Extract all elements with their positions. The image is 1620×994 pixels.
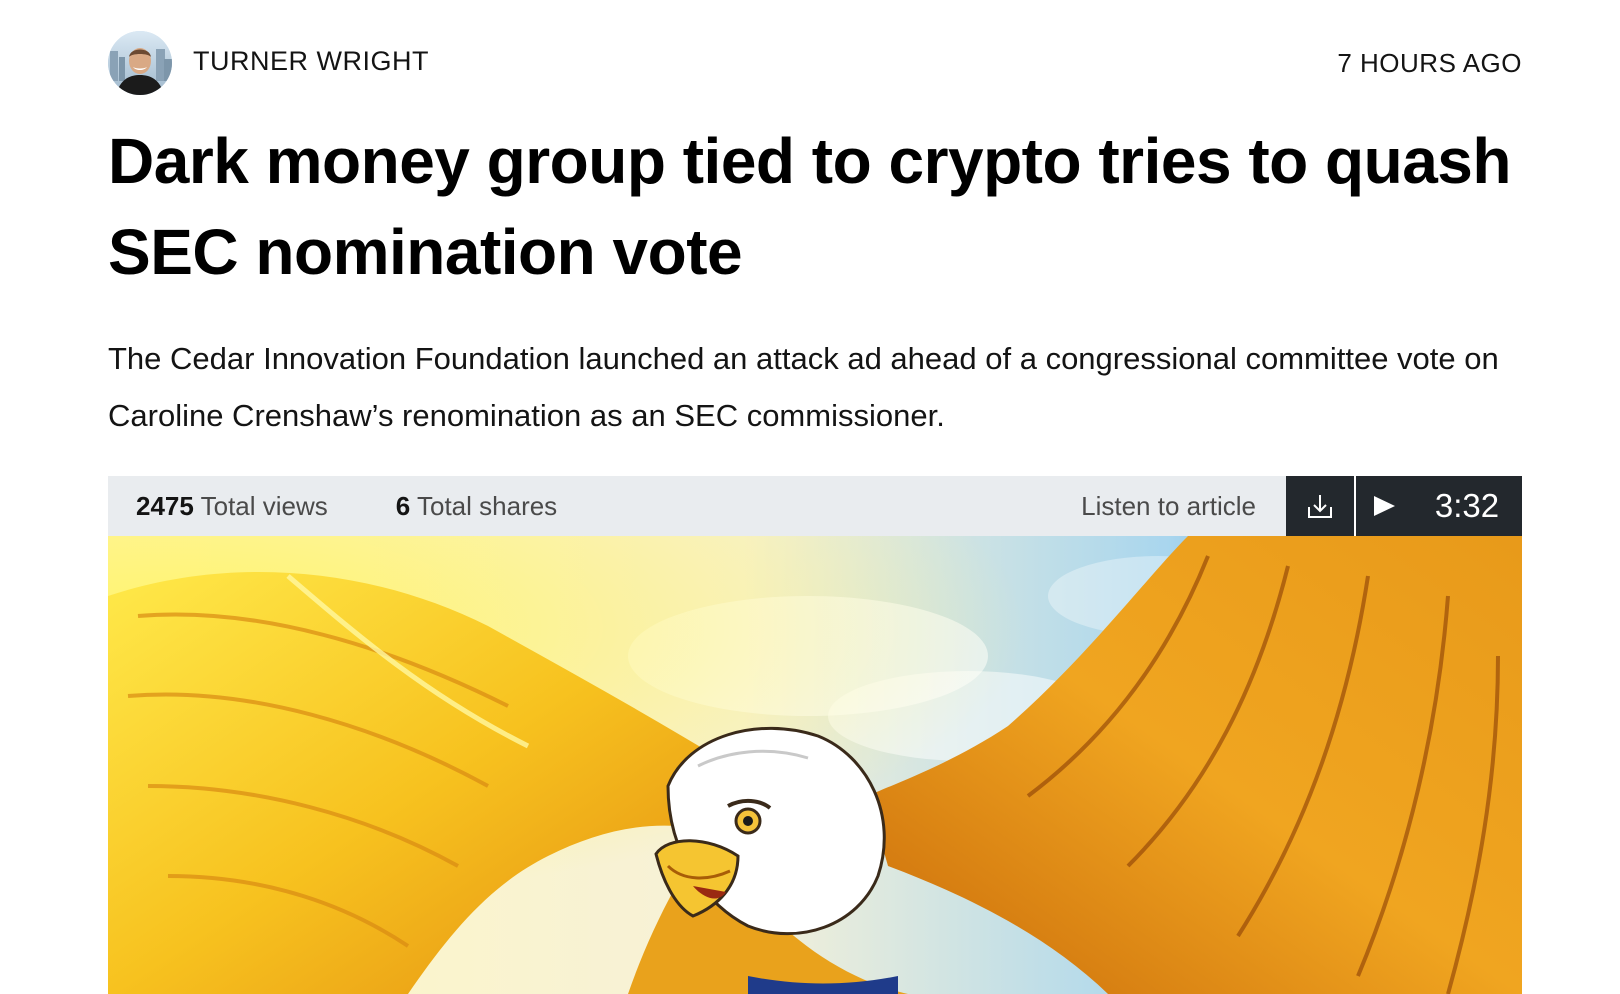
download-icon [1308,495,1332,518]
download-audio-button[interactable] [1286,476,1356,536]
author-row: TURNER WRIGHT 7 HOURS AGO [108,0,1522,126]
article-stats-bar: 2475 Total views 6 Total shares Listen t… [108,476,1522,536]
article-headline: Dark money group tied to crypto tries to… [108,125,1511,288]
article-hero-image [108,536,1522,994]
article-header: TURNER WRIGHT 7 HOURS AGO Dark money gro… [108,0,1522,994]
play-audio-button[interactable] [1356,476,1412,536]
audio-duration: 3:32 [1434,487,1500,524]
audio-player: 3:32 [1286,476,1522,536]
author-avatar-image [108,31,172,95]
shares-label: Total shares [417,490,558,521]
article-lede: The Cedar Innovation Foundation launched… [108,341,1499,433]
article-page: TURNER WRIGHT 7 HOURS AGO Dark money gro… [0,0,1620,994]
views-label: Total views [200,490,328,521]
shares-count: 6 [395,490,411,521]
play-icon [1374,496,1395,516]
publish-time: 7 HOURS AGO [1337,48,1522,78]
eagle-illustration [108,536,1522,994]
author-name-link[interactable]: TURNER WRIGHT [193,46,429,77]
author-avatar[interactable] [108,31,172,95]
listen-to-article-label[interactable]: Listen to article [1081,491,1256,522]
total-shares: 6 Total shares [396,491,557,522]
views-count: 2475 [136,490,194,521]
total-views: 2475 Total views [136,491,328,522]
